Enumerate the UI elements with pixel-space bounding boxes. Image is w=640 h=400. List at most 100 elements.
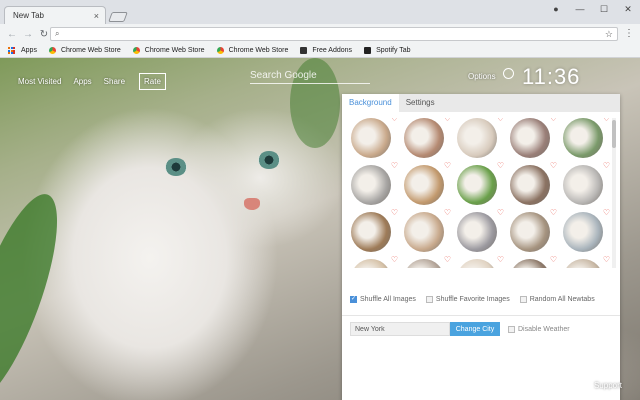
favorite-heart-icon[interactable]: ♡ [444,118,451,123]
background-thumbnail[interactable]: ♡ [457,255,504,268]
cat-eye [258,151,280,169]
favorite-heart-icon[interactable]: ♡ [444,161,451,170]
favorite-heart-icon[interactable]: ♡ [603,255,610,264]
favorite-heart-icon[interactable]: ♡ [603,208,610,217]
address-bar[interactable]: ⌕ ☆ [50,27,618,41]
bookmark-chrome-web-store[interactable]: Chrome Web Store [132,47,205,54]
background-thumbnail[interactable]: ♡ [563,208,610,252]
background-thumbnail[interactable]: ♡ [404,255,451,268]
background-thumbnail[interactable]: ♡ [563,255,610,268]
bookmark-apps[interactable]: Apps [8,47,37,54]
background-thumbnail[interactable]: ♡ [510,161,557,205]
menu-dots-icon[interactable]: ⋮ [624,28,634,39]
favorite-heart-icon[interactable]: ♡ [444,255,451,264]
thumbnail-image [404,212,444,252]
thumbnail-image [510,165,550,205]
tab-background[interactable]: Background [342,94,399,112]
search-icon: ⌕ [55,29,60,38]
background-thumbnail[interactable]: ♡ [404,118,451,158]
thumbnail-image [563,212,603,252]
window-controls: ● — ☐ ✕ [544,0,640,18]
gallery-scrollbar[interactable] [612,118,616,268]
option-label: Shuffle Favorite Images [435,296,510,303]
checkbox[interactable] [350,295,357,303]
back-arrow-icon[interactable]: ← [6,29,18,40]
background-thumbnail[interactable]: ♡ [404,208,451,252]
bookmark-chrome-web-store[interactable]: Chrome Web Store [216,47,288,54]
background-thumbnail[interactable]: ♡ [510,118,557,158]
cat-nose [244,198,260,210]
favorite-heart-icon[interactable]: ♡ [497,118,504,123]
search-input[interactable] [250,70,370,81]
profile-icon[interactable]: ● [544,4,568,14]
bookmark-spotify-tab[interactable]: Spotify Tab [364,47,411,54]
checkbox[interactable] [425,296,433,303]
background-thumbnail[interactable]: ♡ [351,255,398,268]
background-thumbnail[interactable]: ♡ [563,118,610,158]
favorite-heart-icon[interactable]: ♡ [391,255,398,264]
background-thumbnail[interactable]: ♡ [404,161,451,205]
favorite-heart-icon[interactable]: ♡ [391,118,398,123]
thumbnail-image [404,165,444,205]
new-tab-button[interactable] [108,12,128,22]
favorite-heart-icon[interactable]: ♡ [391,161,398,170]
favorite-heart-icon[interactable]: ♡ [497,161,504,170]
thumbnail-image [563,259,603,268]
city-input[interactable] [350,322,450,336]
background-thumbnail[interactable]: ♡ [457,208,504,252]
thumbnail-image [510,118,550,158]
checkbox[interactable] [519,296,527,303]
scrollbar-thumb[interactable] [612,120,616,148]
support-link[interactable]: Support [594,381,622,390]
forward-arrow-icon[interactable]: → [22,29,34,40]
rate-link[interactable]: Rate [139,73,166,90]
reload-icon[interactable]: ↻ [38,29,50,40]
background-thumbnail[interactable]: ♡ [563,161,610,205]
chrome-web-store-icon [132,47,140,54]
background-thumbnail[interactable]: ♡ [457,161,504,205]
option-label: Disable Weather [518,325,570,333]
favorite-heart-icon[interactable]: ♡ [550,161,557,170]
favorite-heart-icon[interactable]: ♡ [603,118,610,123]
option-shuffle-favorite[interactable]: Shuffle Favorite Images [425,296,510,303]
address-input[interactable] [63,29,605,39]
background-thumbnail[interactable]: ♡ [351,208,398,252]
maximize-button[interactable]: ☐ [592,4,616,15]
apps-link[interactable]: Apps [73,77,91,86]
change-city-button[interactable]: Change City [450,322,500,336]
bookmark-star-icon[interactable]: ☆ [605,29,613,40]
option-random-newtabs[interactable]: Random All Newtabs [519,296,595,303]
option-shuffle-all[interactable]: Shuffle All Images [350,295,416,303]
close-window-button[interactable]: ✕ [616,4,640,15]
checkbox[interactable] [508,325,515,333]
favorite-heart-icon[interactable]: ♡ [550,118,557,123]
background-thumbnail[interactable]: ♡ [510,208,557,252]
background-thumbnail[interactable]: ♡ [510,255,557,268]
favorite-heart-icon[interactable]: ♡ [550,255,557,264]
thumbnail-image [510,259,550,268]
tab-strip: New Tab × ● — ☐ ✕ [0,0,640,24]
tab-settings[interactable]: Settings [399,94,442,112]
close-tab-icon[interactable]: × [94,11,99,21]
bookmark-free-addons[interactable]: Free Addons [300,47,352,54]
bookmark-chrome-web-store[interactable]: Chrome Web Store [48,47,121,54]
weather-icon[interactable] [503,68,514,79]
thumbnail-image [351,118,391,158]
most-visited-link[interactable]: Most Visited [18,77,61,86]
thumbnail-image [563,165,603,205]
favorite-heart-icon[interactable]: ♡ [603,161,610,170]
browser-tab[interactable]: New Tab × [4,6,106,24]
background-thumbnail[interactable]: ♡ [351,118,398,158]
favorite-heart-icon[interactable]: ♡ [497,255,504,264]
background-thumbnail[interactable]: ♡ [351,161,398,205]
option-disable-weather[interactable]: Disable Weather [508,325,570,333]
bookmark-label: Apps [21,47,37,54]
share-link[interactable]: Share [104,77,125,86]
background-thumbnail[interactable]: ♡ [457,118,504,158]
favorite-heart-icon[interactable]: ♡ [550,208,557,217]
minimize-button[interactable]: — [568,4,592,14]
favorite-heart-icon[interactable]: ♡ [391,208,398,217]
options-link[interactable]: Options [468,72,496,81]
favorite-heart-icon[interactable]: ♡ [497,208,504,217]
favorite-heart-icon[interactable]: ♡ [444,208,451,217]
